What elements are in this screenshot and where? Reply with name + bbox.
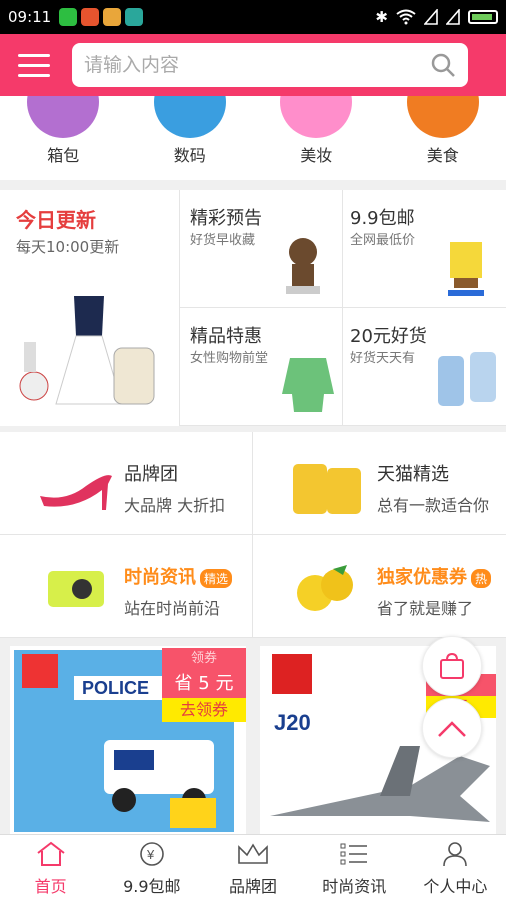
bluetooth-icon: ✱ (375, 8, 388, 26)
chevron-up-icon (438, 721, 466, 737)
wechat-icon (59, 8, 78, 26)
tab-home[interactable]: 首页 (0, 835, 101, 900)
food-bowl-icon (406, 96, 479, 138)
battery-icon (468, 10, 498, 24)
coupon-amount: 省 5 元 (162, 670, 246, 698)
today-update-card[interactable]: 今日更新 每天10:00更新 (0, 190, 180, 426)
category-label: 美妆 (300, 146, 333, 165)
exclusive-coupon-item[interactable]: 独家优惠券热 省了就是赚了 (253, 535, 506, 638)
phone-case-image (438, 352, 496, 406)
computer-icon (153, 96, 226, 138)
feature-title: 9.9包邮 (350, 208, 415, 229)
bear-figure-image (286, 238, 320, 294)
feature-title: 20元好货 (350, 326, 427, 347)
feature-premium-deals[interactable]: 精品特惠 女性购物前堂 (180, 308, 343, 426)
brand-subtitle: 站在时尚前沿 (124, 599, 221, 618)
shopping-bag-icon (440, 652, 464, 679)
tab-label: 品牌团 (229, 877, 278, 896)
app-icon (81, 8, 100, 26)
product-brand-text: POLICE (82, 678, 149, 698)
feature-subtitle: 好货早收藏 (190, 233, 256, 248)
feature-9.9-free-shipping[interactable]: 9.9包邮 全网最低价 (340, 190, 506, 308)
category-food[interactable]: 美食 (388, 96, 498, 180)
tab-profile[interactable]: 个人中心 (405, 835, 506, 900)
feature-subtitle: 好货天天有 (350, 351, 416, 366)
featured-tag: 精选 (200, 568, 233, 588)
today-subtitle: 每天10:00更新 (16, 238, 120, 256)
feature-grid: 今日更新 每天10:00更新 精彩预告 好货早收藏 9.9包邮 全网最低价 精品… (0, 190, 506, 426)
signal-icon (424, 9, 438, 25)
app-icon (125, 8, 144, 26)
search-bar[interactable] (72, 43, 468, 87)
lemon-image (297, 565, 353, 611)
status-time: 09:11 (8, 8, 52, 26)
home-icon (36, 841, 65, 866)
coupon-label: 领券 (162, 648, 246, 670)
svg-text:¥: ¥ (146, 847, 155, 862)
list-icon (340, 843, 368, 865)
tab-fashion-news[interactable]: 时尚资讯 (304, 835, 405, 900)
category-bags[interactable]: 箱包 (8, 96, 118, 180)
feature-20-yuan-goods[interactable]: 20元好货 好货天天有 (340, 308, 506, 426)
search-input[interactable] (84, 54, 430, 76)
feature-title: 精品特惠 (190, 326, 262, 347)
shopping-bag-button[interactable] (422, 636, 482, 696)
fashion-news-item[interactable]: 时尚资讯 精选 站在时尚前沿 (0, 535, 253, 638)
tab-brand-group[interactable]: 品牌团 (202, 835, 303, 900)
feature-preview[interactable]: 精彩预告 好货早收藏 (180, 190, 343, 308)
brand-subtitle: 总有一款适合你 (377, 496, 490, 515)
brand-title: 天猫精选 (377, 464, 449, 485)
brand-title: 独家优惠券热 (377, 563, 492, 589)
hot-tag: 热 (471, 568, 492, 588)
makeup-icon (280, 96, 353, 138)
category-label: 数码 (173, 146, 206, 165)
crown-icon (238, 843, 268, 864)
tab-free-shipping[interactable]: ¥ 9.9包邮 (101, 835, 202, 900)
brand-subtitle: 省了就是赚了 (377, 599, 474, 618)
product-card[interactable]: POLICE 领券 省 5 元 去领券 (10, 646, 246, 834)
feature-subtitle: 全网最低价 (350, 233, 416, 248)
luggage-image (293, 464, 361, 514)
today-title: 今日更新 (16, 208, 96, 232)
bag-icon (27, 96, 100, 138)
sweater-image (282, 358, 334, 412)
sponge-toy-image (448, 242, 484, 296)
category-digital[interactable]: 数码 (135, 96, 245, 180)
feature-subtitle: 女性购物前堂 (190, 351, 269, 366)
wifi-icon (396, 9, 416, 25)
brand-grid: 品牌团 大品牌 大折扣 天猫精选 总有一款适合你 时尚资讯 精选 站在时尚前沿 独… (0, 432, 506, 638)
app-icon (103, 8, 122, 26)
bottom-tab-bar: 首页 ¥ 9.9包邮 品牌团 时尚资讯 个人中心 (0, 834, 506, 900)
category-row: 箱包 数码 美妆 美食 (0, 96, 506, 180)
tab-label: 首页 (34, 877, 67, 896)
camera-image (48, 571, 104, 607)
brand-title: 品牌团 (124, 464, 178, 485)
brand-group-item[interactable]: 品牌团 大品牌 大折扣 (0, 432, 253, 535)
claim-coupon-button[interactable]: 去领券 (162, 698, 246, 722)
fashion-product-image (19, 296, 155, 405)
yen-coin-icon: ¥ (139, 842, 164, 866)
category-beauty[interactable]: 美妆 (261, 96, 371, 180)
tab-label: 9.9包邮 (123, 877, 181, 896)
app-header (0, 34, 506, 96)
search-icon[interactable] (430, 52, 456, 78)
brand-subtitle: 大品牌 大折扣 (124, 496, 226, 515)
brand-title: 时尚资讯 精选 (124, 563, 233, 589)
tmall-select-item[interactable]: 天猫精选 总有一款适合你 (253, 432, 506, 535)
category-label: 美食 (426, 146, 459, 165)
status-bar: 09:11 ✱ (0, 0, 506, 34)
user-icon (443, 842, 468, 867)
high-heel-image (40, 475, 112, 510)
product-brand-text: J20 (274, 710, 311, 735)
tab-label: 个人中心 (423, 877, 488, 896)
tab-label: 时尚资讯 (322, 877, 387, 896)
coupon-badge[interactable]: 领券 省 5 元 去领券 (162, 648, 246, 722)
signal-icon (446, 9, 460, 25)
menu-button[interactable] (12, 43, 56, 87)
category-label: 箱包 (47, 146, 80, 165)
back-to-top-button[interactable] (422, 698, 482, 758)
feature-title: 精彩预告 (190, 208, 262, 229)
